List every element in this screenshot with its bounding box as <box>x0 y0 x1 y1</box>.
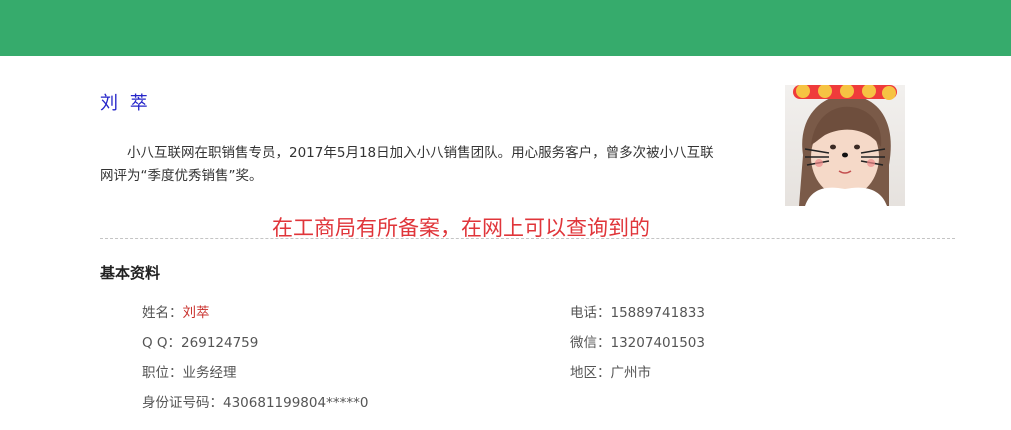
info-region-label: 地区： <box>570 365 611 381</box>
info-position: 职位：业务经理 <box>142 361 237 381</box>
info-name: 姓名：刘萃 <box>142 301 210 321</box>
info-region-value: 广州市 <box>610 365 652 381</box>
profile-bio: 小八互联网在职销售专员，2017年5月18日加入小八销售团队。用心服务客户，曾多… <box>100 145 714 184</box>
info-wechat-label: 微信： <box>570 335 611 351</box>
info-wechat-value: 13207401503 <box>610 335 705 351</box>
info-phone-label: 电话： <box>570 305 611 321</box>
info-region: 地区：广州市 <box>570 361 651 381</box>
header-bar <box>0 0 1011 56</box>
info-name-value: 刘萃 <box>182 305 210 321</box>
profile-name: 刘 萃 <box>100 93 151 114</box>
info-qq-value: 269124759 <box>181 335 259 351</box>
info-phone: 电话：15889741833 <box>570 301 705 321</box>
avatar <box>785 85 905 206</box>
info-qq-label: Q Q： <box>142 335 182 351</box>
info-idcard-value: 430681199804*****0 <box>223 395 369 411</box>
info-phone-value: 15889741833 <box>610 305 705 321</box>
info-position-label: 职位： <box>142 365 183 381</box>
basic-info-title: 基本资料 <box>100 264 161 282</box>
info-name-label: 姓名： <box>142 305 183 321</box>
avatar-photo <box>785 85 905 206</box>
info-position-value: 业务经理 <box>182 365 237 381</box>
info-idcard: 身份证号码：430681199804*****0 <box>142 391 368 411</box>
info-wechat: 微信：13207401503 <box>570 331 705 351</box>
info-idcard-label: 身份证号码： <box>142 395 223 411</box>
info-qq: Q Q：269124759 <box>142 331 258 351</box>
section-divider <box>100 238 955 239</box>
